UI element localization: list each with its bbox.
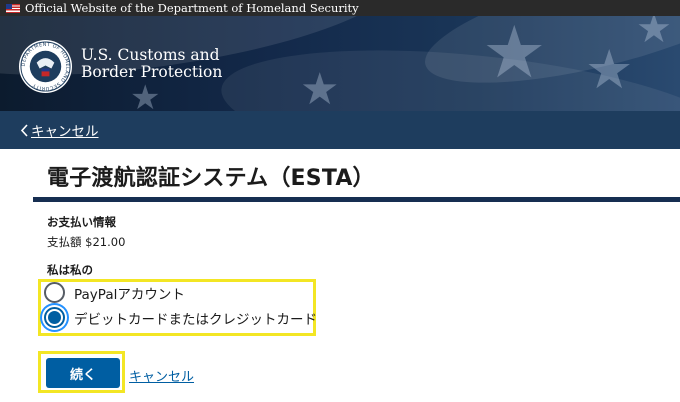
cancel-link[interactable]: キャンセル [129, 366, 194, 385]
dhs-seal-icon: DEPARTMENT OF HOMELAND SECURITY [18, 39, 73, 94]
nav-bar: キャンセル [0, 111, 680, 149]
nav-cancel-label: キャンセル [31, 124, 99, 140]
agency-name-line1: U.S. Customs and [81, 46, 220, 64]
payment-method-label: 私は私の [47, 263, 93, 277]
payment-info-heading: お支払い情報 [47, 215, 116, 229]
agency-name: U.S. Customs and Border Protection [81, 47, 222, 81]
us-flag-icon [6, 3, 20, 13]
radio-card-label: デビットカードまたはクレジットカード [74, 311, 317, 328]
continue-button[interactable]: 続く [46, 358, 120, 388]
chevron-left-icon [20, 123, 29, 137]
official-banner: Official Website of the Department of Ho… [0, 0, 680, 16]
radio-card[interactable] [44, 307, 65, 328]
official-banner-text: Official Website of the Department of Ho… [25, 1, 359, 15]
nav-cancel-link[interactable]: キャンセル [20, 120, 99, 140]
title-divider [33, 197, 680, 202]
agency-name-line2: Border Protection [81, 63, 223, 81]
payment-amount: 支払額 $21.00 [47, 235, 126, 249]
site-header: ★ ★ ★ ★ ★ DEPARTMENT OF HOMELAND SECURIT… [0, 16, 680, 111]
page-title: 電子渡航認証システム（ESTA） [47, 166, 375, 191]
radio-paypal-label: PayPalアカウント [74, 286, 185, 303]
radio-option-card[interactable]: デビットカードまたはクレジットカード [44, 307, 317, 328]
radio-option-paypal[interactable]: PayPalアカウント [44, 282, 185, 303]
radio-paypal[interactable] [44, 282, 65, 303]
